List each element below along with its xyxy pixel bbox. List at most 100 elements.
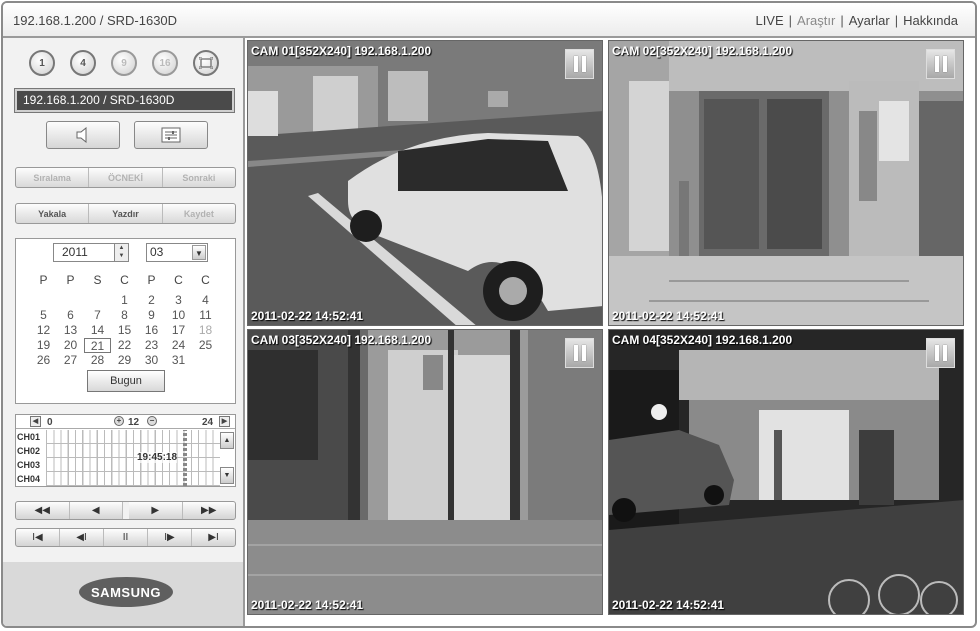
nav-about[interactable]: Hakkında (898, 13, 963, 28)
timeline-scrollbar[interactable]: ▲ ▼ (220, 432, 234, 484)
pause-icon (942, 56, 947, 72)
calendar-day[interactable]: 30 (138, 353, 165, 368)
save-button[interactable]: Kaydet (163, 204, 235, 223)
calendar-day[interactable]: 24 (165, 338, 192, 353)
timeline-left-arrow-icon[interactable]: ◀ (30, 416, 41, 427)
calendar-day[interactable]: 15 (111, 323, 138, 338)
month-select[interactable]: 03 ▼ (146, 243, 208, 262)
pause-icon (573, 345, 578, 361)
fast-rewind-button[interactable]: ◀◀ (16, 502, 70, 519)
split-4-button[interactable]: 4 (70, 50, 96, 76)
nav-settings[interactable]: Ayarlar (844, 13, 895, 28)
pause-icon (934, 56, 939, 72)
calendar-day[interactable]: 14 (84, 323, 111, 338)
top-nav: LIVE | Araştır | Ayarlar | Hakkında (750, 13, 963, 28)
calendar-day[interactable]: 6 (57, 308, 84, 323)
calendar-day[interactable]: 4 (192, 293, 219, 308)
sequence-button[interactable]: Sıralama (16, 168, 90, 187)
zoom-in-icon[interactable]: + (114, 416, 124, 426)
split-1-button[interactable]: 1 (29, 50, 55, 76)
split-16-button[interactable]: 16 (152, 50, 178, 76)
calendar-day[interactable]: 23 (138, 338, 165, 353)
step-back-button[interactable]: ◀I (60, 529, 104, 546)
camera-pause-button[interactable] (565, 49, 594, 79)
top-bar: 192.168.1.200 / SRD-1630D LIVE | Araştır… (3, 3, 975, 38)
calendar-day[interactable]: 10 (165, 308, 192, 323)
calendar-day[interactable]: 2 (138, 293, 165, 308)
camera-view-1[interactable]: CAM 01[352X240] 192.168.1.200 2011-02-22… (247, 40, 603, 326)
camera-image-2 (609, 41, 963, 325)
camera-pause-button[interactable] (926, 49, 955, 79)
play-button[interactable]: ▶ (123, 502, 183, 519)
scroll-up-icon[interactable]: ▲ (220, 432, 234, 449)
pause-button[interactable]: II (104, 529, 148, 546)
nav-search[interactable]: Araştır (792, 13, 840, 28)
calendar-day[interactable]: 16 (138, 323, 165, 338)
fast-forward-button[interactable]: ▶▶ (183, 502, 236, 519)
audio-button[interactable] (46, 121, 120, 149)
reverse-play-button[interactable]: ◀ (70, 502, 123, 519)
calendar-empty-cell (84, 293, 111, 308)
calendar-day[interactable]: 8 (111, 308, 138, 323)
timeline-header: ◀ 0 + 12 − 24 ▶ (16, 415, 235, 429)
go-to-start-button[interactable]: I◀ (16, 529, 60, 546)
playback-controls-1: ◀◀ ◀ ▶ ▶▶ (15, 501, 236, 520)
go-to-end-button[interactable]: ▶I (192, 529, 235, 546)
camera-view-3[interactable]: CAM 03[352X240] 192.168.1.200 2011-02-22… (247, 329, 603, 615)
nav-live[interactable]: LIVE (750, 13, 788, 28)
calendar-day[interactable]: 5 (30, 308, 57, 323)
calendar-day[interactable]: 13 (57, 323, 84, 338)
calendar-day[interactable]: 12 (30, 323, 57, 338)
calendar-day[interactable]: 20 (57, 338, 84, 353)
year-stepper[interactable]: 2011 ▲ ▼ (53, 243, 129, 262)
step-forward-button[interactable]: I▶ (148, 529, 192, 546)
camera-timestamp: 2011-02-22 14:52:41 (612, 598, 725, 612)
calendar-day[interactable]: 21 (84, 338, 111, 353)
timeline-cursor[interactable] (183, 430, 187, 486)
camera-pause-button[interactable] (565, 338, 594, 368)
camera-view-2[interactable]: CAM 02[352X240] 192.168.1.200 2011-02-22… (608, 40, 964, 326)
calendar-day[interactable]: 19 (30, 338, 57, 353)
calendar-day[interactable]: 9 (138, 308, 165, 323)
timeline-grid[interactable] (46, 430, 220, 486)
zoom-out-icon[interactable]: − (147, 416, 157, 426)
calendar-day[interactable]: 18 (192, 323, 219, 338)
settings-panel-button[interactable] (134, 121, 208, 149)
calendar-day[interactable]: 26 (30, 353, 57, 368)
chevron-down-icon[interactable]: ▼ (115, 252, 128, 260)
samsung-logo: SAMSUNG (79, 577, 173, 607)
dropdown-arrow-icon[interactable]: ▼ (192, 245, 206, 260)
next-button[interactable]: Sonraki (163, 168, 235, 187)
year-spin-buttons[interactable]: ▲ ▼ (114, 244, 128, 261)
camera-label: CAM 03[352X240] 192.168.1.200 (251, 333, 432, 347)
chevron-up-icon[interactable]: ▲ (115, 244, 128, 252)
calendar-day[interactable]: 17 (165, 323, 192, 338)
camera-label: CAM 01[352X240] 192.168.1.200 (251, 44, 432, 58)
calendar-day[interactable]: 25 (192, 338, 219, 353)
calendar-day[interactable]: 3 (165, 293, 192, 308)
timeline-current-time: 19:45:18 (137, 452, 178, 463)
camera-pause-button[interactable] (926, 338, 955, 368)
calendar-day[interactable]: 1 (111, 293, 138, 308)
camera-view-4[interactable]: CAM 04[352X240] 192.168.1.200 2011-02-22… (608, 329, 964, 615)
calendar-day[interactable]: 27 (57, 353, 84, 368)
channel-label: CH03 (17, 460, 41, 470)
scroll-down-icon[interactable]: ▼ (220, 467, 234, 484)
calendar-day[interactable]: 22 (111, 338, 138, 353)
calendar-day[interactable]: 29 (111, 353, 138, 368)
calendar-empty-cell (30, 293, 57, 308)
calendar-day[interactable]: 11 (192, 308, 219, 323)
capture-button[interactable]: Yakala (16, 204, 90, 223)
fullscreen-button[interactable] (193, 50, 219, 76)
control-panel: 1 4 9 16 192.168.1.200 / SRD-1630D Sıral… (3, 38, 245, 626)
today-button[interactable]: Bugun (87, 370, 165, 392)
previous-button[interactable]: ÖCNEKİ (89, 168, 163, 187)
print-button[interactable]: Yazdır (89, 204, 163, 223)
split-9-button[interactable]: 9 (111, 50, 137, 76)
weekday-header: C (201, 273, 210, 287)
capture-button-group: Yakala Yazdır Kaydet (15, 203, 236, 224)
calendar-day[interactable]: 28 (84, 353, 111, 368)
timeline-right-arrow-icon[interactable]: ▶ (219, 416, 230, 427)
calendar-day[interactable]: 7 (84, 308, 111, 323)
calendar-day[interactable]: 31 (165, 353, 192, 368)
